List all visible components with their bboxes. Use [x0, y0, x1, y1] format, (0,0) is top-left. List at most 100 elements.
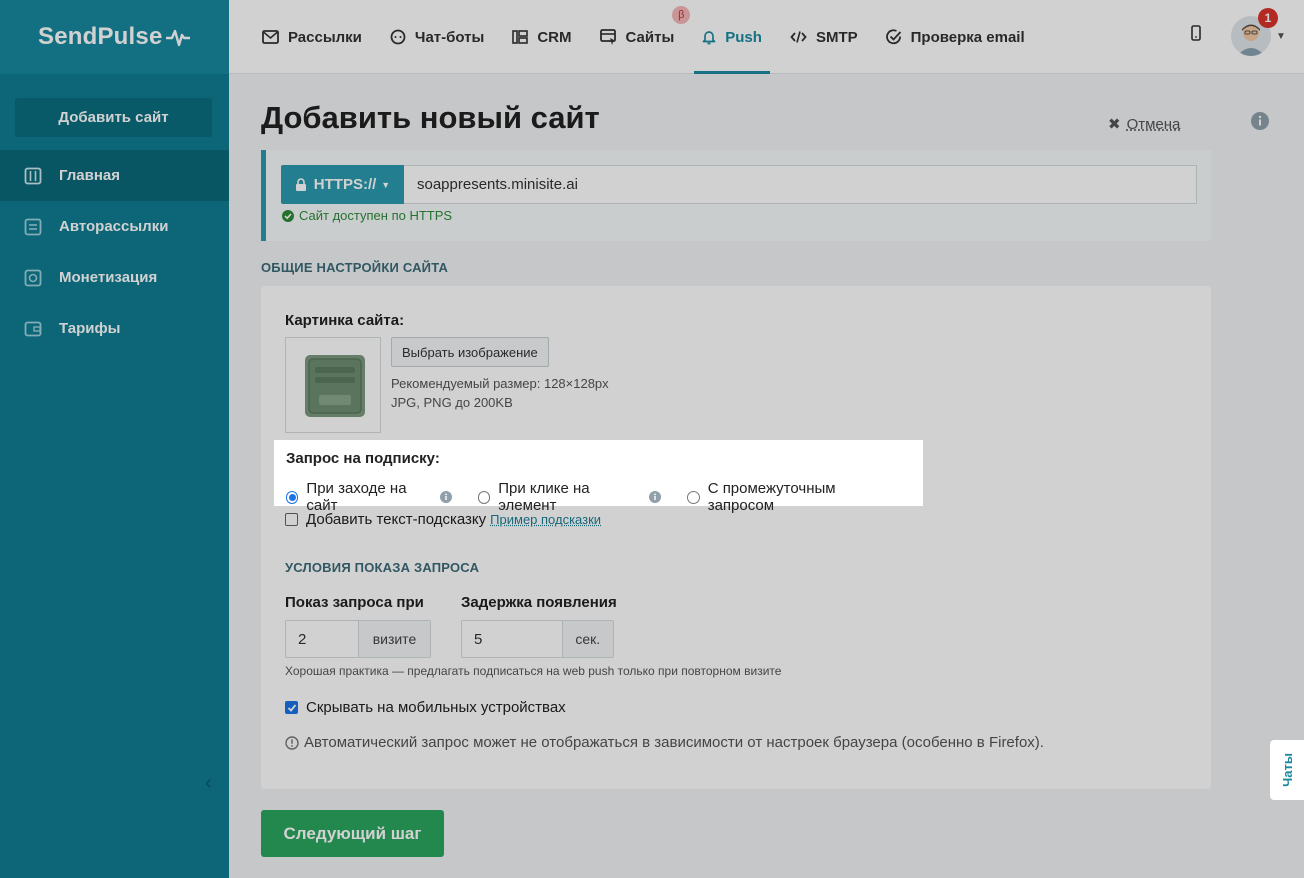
tab-chatbots[interactable]: Чат-боты: [390, 0, 484, 74]
sliders-icon: [24, 167, 42, 185]
page-title: Добавить новый сайт: [261, 100, 600, 135]
protocol-label: HTTPS://: [313, 176, 377, 193]
next-step-button[interactable]: Следующий шаг: [261, 810, 444, 857]
radio-label: При заходе на сайт: [306, 480, 407, 514]
tab-mailings[interactable]: Рассылки: [262, 0, 362, 74]
radio-button[interactable]: [687, 490, 700, 504]
bell-icon: [702, 29, 716, 45]
crm-icon: [512, 29, 529, 45]
show-at-input[interactable]: 2: [286, 621, 359, 657]
delay-label: Задержка появления: [461, 594, 617, 611]
cancel-link[interactable]: ✖ Отмена: [1108, 115, 1181, 134]
sidebar-item-label: Тарифы: [59, 320, 121, 337]
auto-warning: Автоматический запрос может не отображат…: [285, 734, 1044, 751]
choose-image-button[interactable]: Выбрать изображение: [391, 337, 549, 367]
tab-email-verification[interactable]: Проверка email: [885, 0, 1025, 74]
tab-label: Проверка email: [910, 28, 1025, 46]
image-formats: JPG, PNG до 200KB: [391, 395, 513, 410]
hide-mobile-checkbox[interactable]: [285, 701, 298, 714]
radio-button[interactable]: [477, 490, 491, 504]
sidebar-item-home[interactable]: Главная: [0, 150, 229, 201]
chats-label: Чаты: [1279, 753, 1295, 787]
soap-image-icon: [305, 355, 365, 417]
subscription-options: При заходе на сайт При клике на элемент …: [286, 480, 923, 514]
flow-icon: [24, 218, 42, 236]
notification-badge: 1: [1258, 8, 1278, 28]
warning-icon: [285, 735, 299, 750]
sidebar-item-autoflows[interactable]: Авторассылки: [0, 201, 229, 252]
code-icon: [790, 30, 807, 44]
hint-example-link[interactable]: Пример подсказки: [490, 512, 601, 527]
delay-unit: сек.: [562, 621, 613, 657]
auto-warning-text: Автоматический запрос может не отображат…: [304, 734, 1044, 751]
info-icon[interactable]: [1250, 111, 1270, 134]
subscription-highlight: Запрос на подписку: При заходе на сайт П…: [274, 440, 923, 514]
sidebar-item-label: Главная: [59, 167, 121, 184]
tab-smtp[interactable]: SMTP: [790, 0, 858, 74]
mail-icon: [262, 30, 279, 44]
sidebar-item-tariffs[interactable]: Тарифы: [0, 303, 229, 354]
practice-hint: Хорошая практика — предлагать подписатьс…: [285, 664, 782, 678]
tab-label: Рассылки: [288, 28, 362, 46]
mobile-icon[interactable]: [1191, 25, 1201, 44]
tab-label: Чат-боты: [414, 28, 485, 46]
close-icon: ✖: [1108, 116, 1121, 133]
site-url-input[interactable]: soappresents.minisite.ai: [404, 165, 1197, 204]
tab-label: SMTP: [815, 28, 858, 46]
tab-crm[interactable]: CRM: [512, 0, 572, 74]
settings-card: Картинка сайта: Выбрать изображение Реко…: [261, 286, 1211, 789]
tab-label: Сайты: [625, 28, 675, 46]
https-status-text: Сайт доступен по HTTPS: [299, 208, 453, 223]
hide-mobile-label: Скрывать на мобильных устройствах: [306, 699, 566, 716]
pulse-logo-icon: [165, 29, 190, 47]
radio-button[interactable]: [286, 490, 299, 504]
protocol-select[interactable]: HTTPS:// ▼: [281, 165, 404, 204]
logo[interactable]: SendPulse: [0, 0, 229, 74]
sidebar-item-label: Авторассылки: [59, 218, 169, 235]
collapse-sidebar-icon[interactable]: ‹: [205, 772, 212, 795]
site-icon: [599, 29, 617, 45]
site-image-label: Картинка сайта:: [285, 312, 405, 329]
show-at-field: 2 визите: [285, 620, 431, 658]
tab-label: Push: [725, 28, 762, 46]
show-at-unit: визите: [358, 621, 430, 657]
site-image-preview: [285, 337, 381, 433]
radio-intermediate[interactable]: С промежуточным запросом: [687, 480, 897, 514]
chat-icon: [390, 29, 406, 45]
tab-push[interactable]: Push: [694, 0, 770, 74]
info-icon[interactable]: [649, 491, 662, 503]
sidebar-nav: Главная Авторассылки Монетизация Тарифы: [0, 150, 229, 354]
hide-mobile-checkbox-row[interactable]: Скрывать на мобильных устройствах: [285, 699, 566, 716]
subscription-label: Запрос на подписку:: [286, 450, 440, 467]
radio-on-visit[interactable]: При заходе на сайт: [286, 480, 452, 514]
chevron-down-icon[interactable]: ▼: [1276, 31, 1286, 42]
radio-label: При клике на элемент: [498, 480, 590, 514]
chats-tab[interactable]: Чаты: [1270, 740, 1304, 800]
radio-on-click[interactable]: При клике на элемент: [477, 480, 662, 514]
https-status: Сайт доступен по HTTPS: [282, 208, 452, 223]
add-site-button[interactable]: Добавить сайт: [15, 98, 212, 137]
check-circle-icon: [282, 209, 294, 222]
url-section: HTTPS:// ▼ soappresents.minisite.ai Сайт…: [261, 150, 1211, 241]
caret-down-icon: ▼: [381, 179, 391, 190]
coin-icon: [24, 269, 42, 287]
add-hint-checkbox[interactable]: [285, 513, 298, 526]
wallet-icon: [24, 320, 42, 338]
lock-icon: [295, 177, 307, 192]
delay-input[interactable]: 5: [462, 621, 563, 657]
recommended-size: Рекомендуемый размер: 128×128px: [391, 376, 609, 391]
sidebar-item-monetization[interactable]: Монетизация: [0, 252, 229, 303]
top-navigation: Рассылки Чат-боты CRM Сайты β Push SMTP …: [229, 0, 1304, 74]
section-title: ОБЩИЕ НАСТРОЙКИ САЙТА: [261, 260, 449, 275]
delay-field: 5 сек.: [461, 620, 614, 658]
beta-badge: β: [672, 6, 691, 24]
tab-sites[interactable]: Сайты β: [599, 0, 691, 74]
check-circle-icon: [885, 29, 902, 45]
info-icon[interactable]: [439, 491, 452, 503]
sidebar: SendPulse Добавить сайт Главная Авторасс…: [0, 0, 229, 878]
tab-label: CRM: [537, 28, 572, 46]
conditions-title: УСЛОВИЯ ПОКАЗА ЗАПРОСА: [285, 560, 480, 575]
sidebar-item-label: Монетизация: [59, 269, 158, 286]
radio-label: С промежуточным запросом: [707, 480, 836, 514]
cancel-label: Отмена: [1126, 115, 1181, 133]
